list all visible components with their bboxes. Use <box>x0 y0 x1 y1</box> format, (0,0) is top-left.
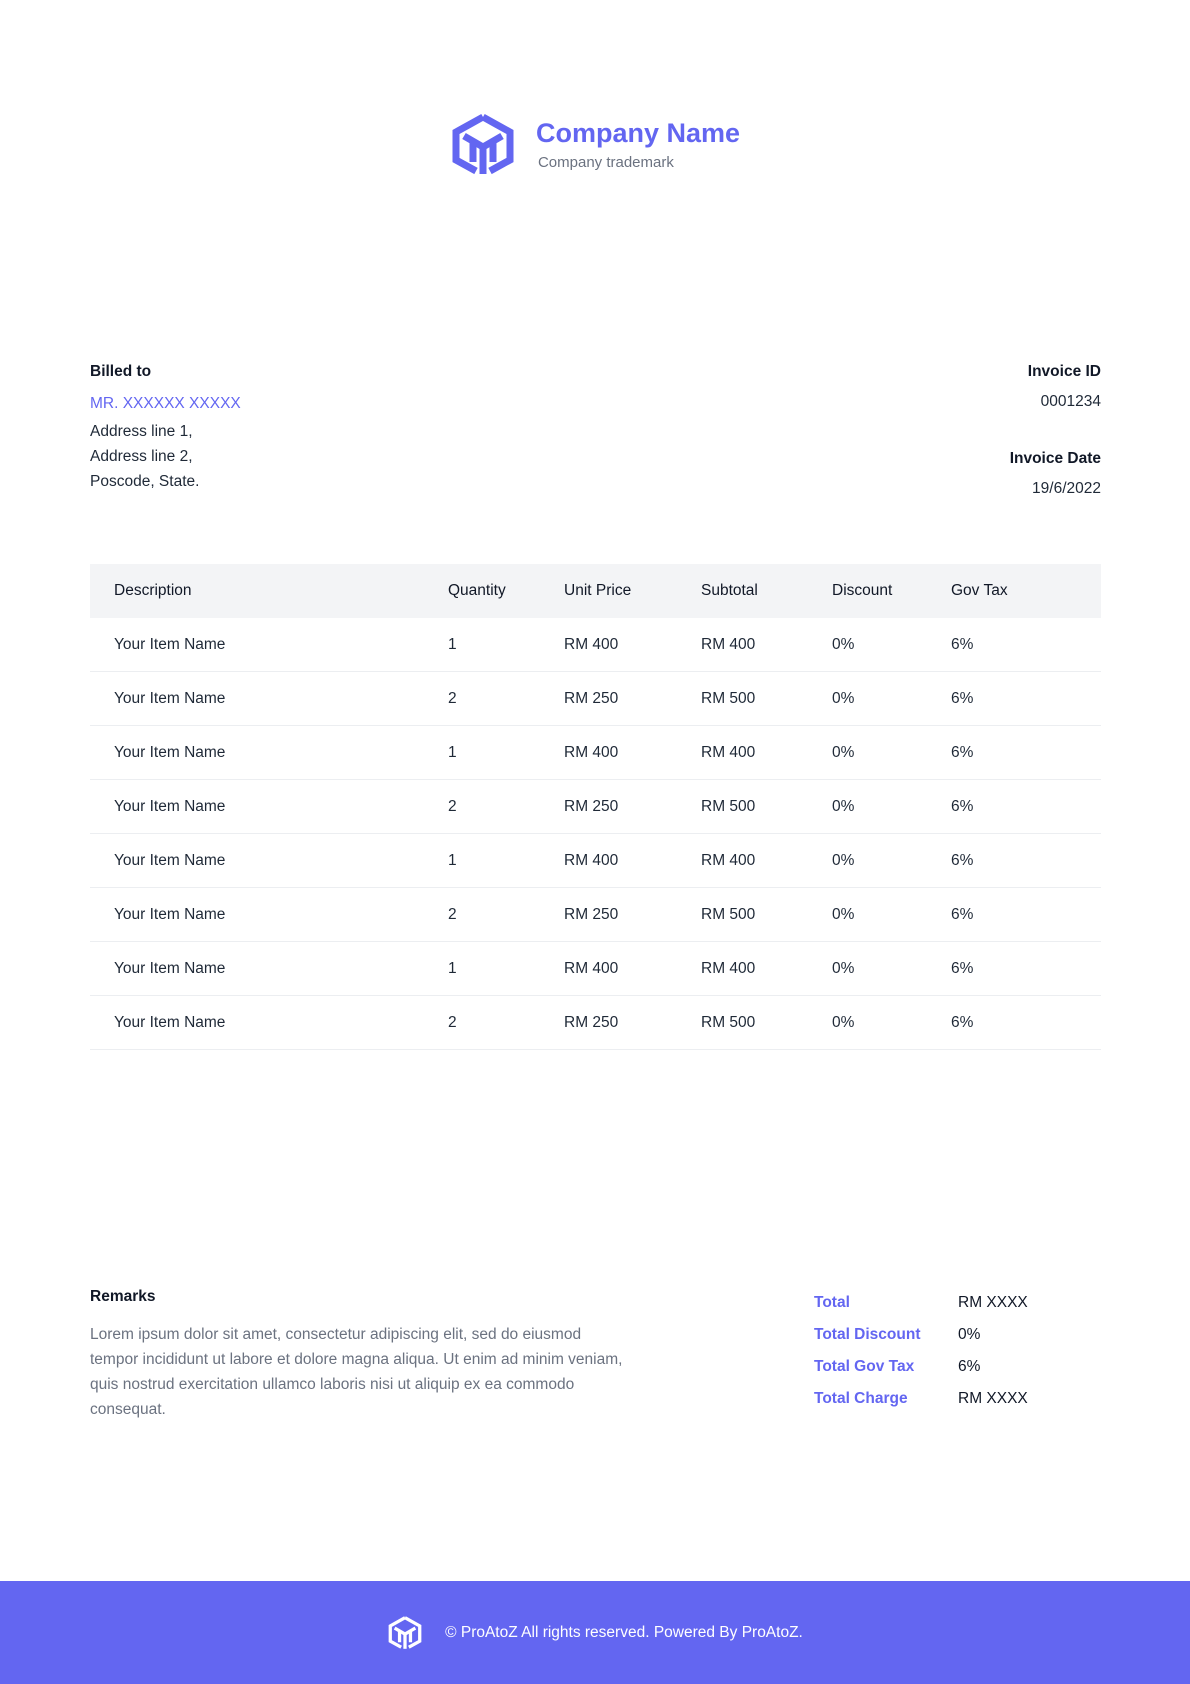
table-row: Your Item Name 1 RM 400 RM 400 0% 6% <box>90 725 1101 780</box>
cell-gov-tax: 6% <box>951 833 1101 888</box>
cell-discount: 0% <box>832 779 951 834</box>
address-line: Poscode, State. <box>90 473 200 490</box>
invoice-meta: Invoice ID 0001234 Invoice Date 19/6/202… <box>1010 363 1101 498</box>
cell-discount: 0% <box>832 941 951 996</box>
cell-unit-price: RM 250 <box>564 995 701 1050</box>
items-table: Description Quantity Unit Price Subtotal… <box>90 564 1101 1050</box>
address-line: Address line 1, <box>90 423 193 440</box>
cell-gov-tax: 6% <box>951 725 1101 780</box>
cell-discount: 0% <box>832 833 951 888</box>
cell-description: Your Item Name <box>90 833 448 888</box>
column-header-discount: Discount <box>832 582 893 599</box>
total-gov-tax-row: Total Gov Tax 6% <box>814 1358 1028 1390</box>
cell-unit-price: RM 250 <box>564 671 701 726</box>
remarks-text: Lorem ipsum dolor sit amet, consectetur … <box>90 1326 623 1418</box>
cell-unit-price: RM 400 <box>564 725 701 780</box>
invoice-header: Company Name Company trademark <box>0 112 1190 178</box>
invoice-date-value: 19/6/2022 <box>1032 480 1101 497</box>
cell-quantity: 1 <box>448 833 564 888</box>
total-discount-row: Total Discount 0% <box>814 1326 1028 1358</box>
cell-unit-price: RM 250 <box>564 779 701 834</box>
client-name: MR. XXXXXX XXXXX <box>90 395 241 412</box>
table-row: Your Item Name 2 RM 250 RM 500 0% 6% <box>90 887 1101 942</box>
cell-description: Your Item Name <box>90 941 448 996</box>
cell-unit-price: RM 400 <box>564 618 701 672</box>
cell-subtotal: RM 400 <box>701 618 832 672</box>
table-row: Your Item Name 1 RM 400 RM 400 0% 6% <box>90 618 1101 672</box>
cell-quantity: 2 <box>448 779 564 834</box>
cell-unit-price: RM 400 <box>564 941 701 996</box>
column-header-description: Description <box>114 582 192 599</box>
table-row: Your Item Name 2 RM 250 RM 500 0% 6% <box>90 671 1101 726</box>
cell-gov-tax: 6% <box>951 941 1101 996</box>
table-row: Your Item Name 2 RM 250 RM 500 0% 6% <box>90 779 1101 834</box>
cell-discount: 0% <box>832 671 951 726</box>
total-row: Total RM XXXX <box>814 1294 1028 1326</box>
cell-subtotal: RM 400 <box>701 725 832 780</box>
table-row: Your Item Name 1 RM 400 RM 400 0% 6% <box>90 941 1101 996</box>
total-gov-tax-label: Total Gov Tax <box>814 1358 915 1375</box>
invoice-id-label: Invoice ID <box>1027 363 1101 380</box>
cube-logo-icon <box>452 113 514 175</box>
company-name: Company Name <box>535 117 741 148</box>
column-header-quantity: Quantity <box>448 582 506 599</box>
cell-description: Your Item Name <box>90 725 448 780</box>
cell-quantity: 1 <box>448 941 564 996</box>
cell-description: Your Item Name <box>90 779 448 834</box>
cell-subtotal: RM 500 <box>701 887 832 942</box>
cell-quantity: 2 <box>448 995 564 1050</box>
cell-discount: 0% <box>832 725 951 780</box>
cell-quantity: 2 <box>448 671 564 726</box>
cell-gov-tax: 6% <box>951 995 1101 1050</box>
cell-gov-tax: 6% <box>951 671 1101 726</box>
table-header-row: Description Quantity Unit Price Subtotal… <box>90 564 1101 618</box>
cell-description: Your Item Name <box>90 995 448 1050</box>
column-header-gov-tax: Gov Tax <box>951 582 1008 599</box>
cell-description: Your Item Name <box>90 618 448 672</box>
billed-to-section: Billed to MR. XXXXXX XXXXX Address line … <box>90 363 241 494</box>
cell-description: Your Item Name <box>90 887 448 942</box>
remarks-label: Remarks <box>90 1288 156 1305</box>
cell-discount: 0% <box>832 995 951 1050</box>
total-discount-value: 0% <box>958 1326 981 1343</box>
total-value: RM XXXX <box>958 1294 1028 1311</box>
brand-block: Company Name Company trademark <box>535 117 741 172</box>
cube-logo-icon <box>388 1615 422 1649</box>
cell-quantity: 1 <box>448 725 564 780</box>
cell-subtotal: RM 500 <box>701 779 832 834</box>
cell-subtotal: RM 400 <box>701 833 832 888</box>
total-charge-value: RM XXXX <box>958 1390 1028 1407</box>
cell-quantity: 1 <box>448 618 564 672</box>
total-gov-tax-value: 6% <box>958 1358 981 1375</box>
total-label: Total <box>814 1294 850 1311</box>
column-header-subtotal: Subtotal <box>701 582 758 599</box>
cell-description: Your Item Name <box>90 671 448 726</box>
cell-gov-tax: 6% <box>951 779 1101 834</box>
total-discount-label: Total Discount <box>814 1326 921 1343</box>
billed-to-label: Billed to <box>90 363 152 380</box>
cell-unit-price: RM 400 <box>564 833 701 888</box>
column-header-unit-price: Unit Price <box>564 582 632 599</box>
footer-copyright: © ProAtoZ All rights reserved. Powered B… <box>445 1623 803 1641</box>
remarks-section: Remarks Lorem ipsum dolor sit amet, cons… <box>90 1288 630 1422</box>
totals-section: Total RM XXXX Total Discount 0% Total Go… <box>814 1294 1028 1422</box>
table-row: Your Item Name 2 RM 250 RM 500 0% 6% <box>90 995 1101 1050</box>
cell-discount: 0% <box>832 887 951 942</box>
company-trademark: Company trademark <box>537 154 674 172</box>
table-row: Your Item Name 1 RM 400 RM 400 0% 6% <box>90 833 1101 888</box>
total-charge-label: Total Charge <box>814 1390 908 1407</box>
footer: © ProAtoZ All rights reserved. Powered B… <box>0 1581 1190 1684</box>
cell-discount: 0% <box>832 618 951 672</box>
cell-subtotal: RM 500 <box>701 671 832 726</box>
cell-unit-price: RM 250 <box>564 887 701 942</box>
address-line: Address line 2, <box>90 448 193 465</box>
cell-gov-tax: 6% <box>951 887 1101 942</box>
cell-gov-tax: 6% <box>951 618 1101 672</box>
cell-subtotal: RM 400 <box>701 941 832 996</box>
cell-quantity: 2 <box>448 887 564 942</box>
cell-subtotal: RM 500 <box>701 995 832 1050</box>
invoice-id-value: 0001234 <box>1040 393 1101 410</box>
invoice-date-label: Invoice Date <box>1009 450 1101 467</box>
total-charge-row: Total Charge RM XXXX <box>814 1390 1028 1422</box>
